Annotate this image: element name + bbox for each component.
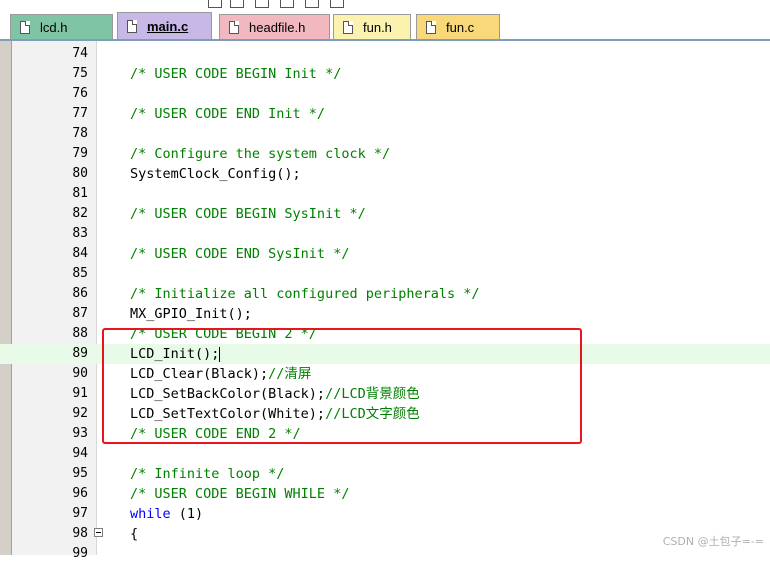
code-text: /* USER CODE BEGIN WHILE */ <box>130 484 349 504</box>
editor-tab-bar: lcd.h main.c headfile.h fun.h fun.c <box>0 10 770 40</box>
code-line: 87 MX_GPIO_Init(); <box>0 304 770 324</box>
fold-collapse-icon[interactable] <box>94 528 103 537</box>
tab-label: fun.h <box>363 20 392 35</box>
toolbar-button-icon[interactable] <box>208 0 222 8</box>
line-number: 78 <box>72 126 88 141</box>
line-number: 86 <box>72 286 88 301</box>
line-number: 77 <box>72 106 88 121</box>
watermark: CSDN @土包子=-= <box>662 535 764 548</box>
code-line: 94 <box>0 444 770 464</box>
line-number: 98 <box>72 526 88 541</box>
tab-label: lcd.h <box>40 20 68 35</box>
code-line: 96 /* USER CODE BEGIN WHILE */ <box>0 484 770 504</box>
code-line: 82 /* USER CODE BEGIN SysInit */ <box>0 204 770 224</box>
header-file-icon <box>20 21 30 34</box>
line-number: 95 <box>72 466 88 481</box>
code-line: 78 <box>0 124 770 144</box>
line-number: 75 <box>72 66 88 81</box>
tab-fun-c[interactable]: fun.c <box>416 14 500 40</box>
code-comment: /* Infinite loop */ <box>130 466 285 482</box>
line-number: 94 <box>72 446 88 461</box>
code-text: /* USER CODE BEGIN SysInit */ <box>130 204 366 224</box>
code-line: 99 <box>0 544 770 564</box>
code-comment: /* USER CODE BEGIN Init */ <box>130 66 342 82</box>
code-comment: /* Configure the system clock */ <box>130 146 391 162</box>
code-line: 77 /* USER CODE END Init */ <box>0 104 770 124</box>
tab-label: fun.c <box>446 20 475 35</box>
line-number: 90 <box>72 366 88 381</box>
code-comment: /* USER CODE BEGIN WHILE */ <box>130 486 350 502</box>
line-number: 81 <box>72 186 88 201</box>
line-number: 76 <box>72 86 88 101</box>
line-number: 74 <box>72 46 88 61</box>
code-text: /* Initialize all configured peripherals… <box>130 284 480 304</box>
code-editor[interactable]: 74 75 /* USER CODE BEGIN Init */ 76 77 /* USE… <box>0 41 770 561</box>
code-line: 85 <box>0 264 770 284</box>
line-number: 82 <box>72 206 88 221</box>
code-comment: /* USER CODE BEGIN SysInit */ <box>130 206 366 222</box>
code-text: /* USER CODE END SysInit */ <box>130 244 349 264</box>
code-statement: SystemClock_Config(); <box>130 166 301 182</box>
red-highlight-box <box>102 328 582 444</box>
code-line: 79 /* Configure the system clock */ <box>0 144 770 164</box>
toolbar-button-icon[interactable] <box>330 0 344 8</box>
toolbar-button-icon[interactable] <box>280 0 294 8</box>
line-number: 80 <box>72 166 88 181</box>
code-line: 75 /* USER CODE BEGIN Init */ <box>0 64 770 84</box>
code-comment: /* USER CODE END Init */ <box>130 106 326 122</box>
code-line: 98 { <box>0 524 770 544</box>
toolbar-strip <box>0 0 770 10</box>
code-text: /* USER CODE BEGIN Init */ <box>130 64 341 84</box>
tab-main-c[interactable]: main.c <box>117 12 212 40</box>
code-line: 84 /* USER CODE END SysInit */ <box>0 244 770 264</box>
line-number: 92 <box>72 406 88 421</box>
line-number: 84 <box>72 246 88 261</box>
header-file-icon <box>229 21 239 34</box>
code-line: 83 <box>0 224 770 244</box>
toolbar-button-icon[interactable] <box>305 0 319 8</box>
line-number: 99 <box>72 546 88 561</box>
header-file-icon <box>343 21 353 34</box>
line-number: 88 <box>72 326 88 341</box>
code-statement: MX_GPIO_Init(); <box>130 306 252 322</box>
line-number: 93 <box>72 426 88 441</box>
code-keyword: while <box>130 506 171 522</box>
line-number: 96 <box>72 486 88 501</box>
code-text: { <box>130 524 138 544</box>
toolbar-button-icon[interactable] <box>230 0 244 8</box>
code-line: 95 /* Infinite loop */ <box>0 464 770 484</box>
code-line: 74 <box>0 44 770 64</box>
code-comment: /* Initialize all configured peripherals… <box>130 286 480 302</box>
tab-fun-h[interactable]: fun.h <box>333 14 411 40</box>
line-number: 79 <box>72 146 88 161</box>
line-number: 91 <box>72 386 88 401</box>
code-line: 97 while (1) <box>0 504 770 524</box>
line-number: 97 <box>72 506 88 521</box>
code-line: 86 /* Initialize all configured periphera… <box>0 284 770 304</box>
code-text: SystemClock_Config(); <box>130 164 301 184</box>
toolbar-button-icon[interactable] <box>255 0 269 8</box>
code-statement: (1) <box>170 506 204 522</box>
code-comment: /* USER CODE END SysInit */ <box>130 246 350 262</box>
tab-headfile-h[interactable]: headfile.h <box>219 14 330 40</box>
line-number: 83 <box>72 226 88 241</box>
source-file-icon <box>127 20 137 33</box>
line-number: 87 <box>72 306 88 321</box>
code-line: 80 SystemClock_Config(); <box>0 164 770 184</box>
code-statement: { <box>130 526 139 542</box>
line-number: 89 <box>72 346 88 361</box>
code-text: /* Infinite loop */ <box>130 464 284 484</box>
line-number: 85 <box>72 266 88 281</box>
code-text: while (1) <box>130 504 203 524</box>
tab-label: headfile.h <box>249 20 306 35</box>
code-text: /* Configure the system clock */ <box>130 144 390 164</box>
code-text: MX_GPIO_Init(); <box>130 304 252 324</box>
code-text: /* USER CODE END Init */ <box>130 104 325 124</box>
tab-label: main.c <box>147 19 189 34</box>
source-file-icon <box>426 21 436 34</box>
code-line: 81 <box>0 184 770 204</box>
code-line: 76 <box>0 84 770 104</box>
tab-lcd-h[interactable]: lcd.h <box>10 14 113 40</box>
